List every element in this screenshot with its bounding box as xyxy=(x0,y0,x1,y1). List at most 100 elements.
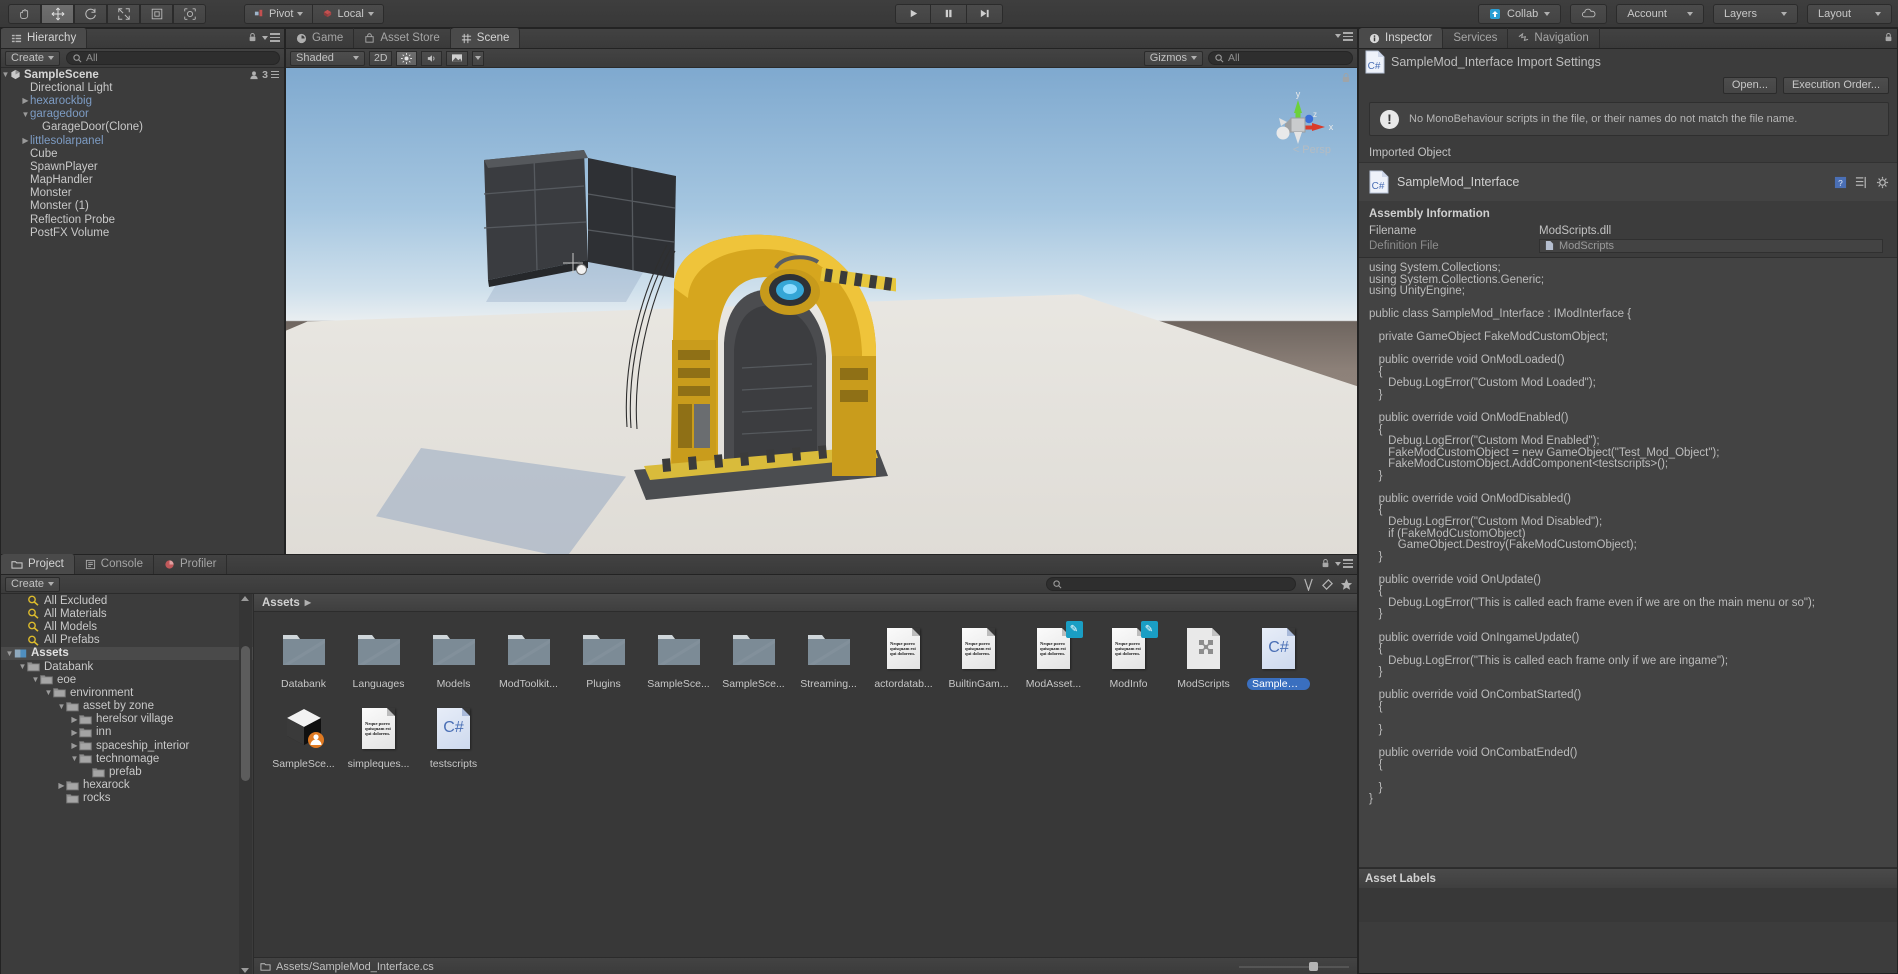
hierarchy-search-input[interactable]: All xyxy=(66,51,280,65)
hierarchy-item[interactable]: Cube xyxy=(1,147,284,160)
tab-services[interactable]: Services xyxy=(1443,28,1509,48)
project-create-button[interactable]: Create xyxy=(5,576,61,592)
asset-item[interactable]: C# testscripts xyxy=(422,704,485,770)
project-tree-item[interactable]: ▼ Assets xyxy=(1,646,253,660)
hierarchy-item[interactable]: Monster (1) xyxy=(1,200,284,213)
asset-item[interactable]: Neque porro quisquam est qui dolorem. sim… xyxy=(347,704,410,770)
asset-item[interactable]: Neque porro quisquam est qui dolorem. act… xyxy=(872,624,935,690)
hierarchy-item[interactable]: SpawnPlayer xyxy=(1,160,284,173)
scene-lock-icon[interactable] xyxy=(1341,72,1351,84)
pivot-toggle-button[interactable]: Pivot xyxy=(244,3,314,24)
scene-menu-icon[interactable] xyxy=(1335,32,1353,41)
filter-type-icon[interactable] xyxy=(1302,578,1315,591)
transform-tool-button[interactable] xyxy=(173,3,206,24)
hierarchy-item[interactable]: Directional Light xyxy=(1,81,284,94)
filter-label-icon[interactable] xyxy=(1321,578,1334,591)
project-tree-item[interactable]: ▼ Databank xyxy=(1,660,253,673)
hierarchy-item[interactable]: ▼ garagedoor xyxy=(1,108,284,121)
project-tree-item[interactable]: All Models xyxy=(1,620,253,633)
lock-icon[interactable] xyxy=(248,32,257,43)
tab-asset-store[interactable]: Asset Store xyxy=(354,28,451,48)
expand-arrow-icon[interactable]: ▼ xyxy=(70,754,79,763)
project-tree-item[interactable]: All Excluded xyxy=(1,594,253,607)
project-tree-item[interactable]: prefab xyxy=(1,765,253,778)
hierarchy-item[interactable]: Reflection Probe xyxy=(1,213,284,226)
asset-item[interactable]: Models xyxy=(422,624,485,690)
toggle-audio-button[interactable] xyxy=(421,50,443,66)
asset-item[interactable]: C# SampleMod... xyxy=(1247,624,1310,690)
preset-icon[interactable] xyxy=(1855,176,1868,189)
hierarchy-item[interactable]: GarageDoor(Clone) xyxy=(1,121,284,134)
scale-tool-button[interactable] xyxy=(107,3,140,24)
play-button[interactable] xyxy=(895,3,931,24)
imported-object-row[interactable]: C# SampleMod_Interface ? xyxy=(1359,163,1897,201)
hierarchy-tree[interactable]: ▼ SampleScene 3 Directional Light ▶ hexarockb… xyxy=(1,68,284,592)
asset-item[interactable]: SampleSce... xyxy=(722,624,785,690)
project-tree-item[interactable]: All Prefabs xyxy=(1,634,253,647)
tab-profiler[interactable]: Profiler xyxy=(154,554,228,574)
tab-navigation[interactable]: Navigation xyxy=(1508,28,1600,48)
help-icon[interactable]: ? xyxy=(1834,176,1847,189)
asset-item[interactable]: Languages xyxy=(347,624,410,690)
project-tree-item[interactable]: ▶ inn xyxy=(1,726,253,739)
expand-arrow-icon[interactable]: ▶ xyxy=(21,96,30,105)
tab-console[interactable]: Console xyxy=(75,554,154,574)
step-button[interactable] xyxy=(967,3,1003,24)
project-tree-scrollbar[interactable] xyxy=(239,594,252,974)
shading-mode-dropdown[interactable]: Shaded xyxy=(290,50,365,66)
asset-item[interactable]: Neque porro quisquam est qui dolorem. ✎ Mo… xyxy=(1022,621,1085,690)
expand-arrow-icon[interactable]: ▶ xyxy=(21,136,30,145)
asset-item[interactable]: Neque porro quisquam est qui dolorem. ✎ Mo… xyxy=(1097,621,1160,690)
asset-item[interactable]: Plugins xyxy=(572,624,635,690)
toggle-2d-button[interactable]: 2D xyxy=(369,50,393,66)
tab-game[interactable]: Game xyxy=(286,28,355,48)
gizmos-dropdown[interactable]: Gizmos xyxy=(1143,50,1203,66)
hierarchy-item[interactable]: ▶ hexarockbig xyxy=(1,94,284,107)
collab-button[interactable]: Collab xyxy=(1478,3,1562,24)
scene-viewport[interactable]: y x z < Persp xyxy=(286,68,1357,573)
expand-arrow-icon[interactable]: ▼ xyxy=(44,688,53,697)
expand-arrow-icon[interactable]: ▼ xyxy=(1,70,10,79)
rotate-tool-button[interactable] xyxy=(74,3,107,24)
project-tree-item[interactable]: ▼ environment xyxy=(1,686,253,699)
definition-file-field[interactable]: ModScripts xyxy=(1539,238,1883,253)
project-tree-item[interactable]: All Materials xyxy=(1,607,253,620)
layout-button[interactable]: Layout xyxy=(1806,3,1892,24)
project-folder-tree[interactable]: All Excluded All Materials All Models All P… xyxy=(1,594,254,974)
local-toggle-button[interactable]: Local xyxy=(313,3,384,24)
execution-order-button[interactable]: Execution Order... xyxy=(1782,76,1889,94)
tab-project[interactable]: Project xyxy=(1,554,75,574)
project-tree-item[interactable]: rocks xyxy=(1,792,253,805)
gear-icon[interactable] xyxy=(1876,176,1889,189)
pause-button[interactable] xyxy=(931,3,967,24)
icon-size-slider[interactable] xyxy=(1239,961,1349,972)
hierarchy-item[interactable]: Monster xyxy=(1,187,284,200)
hierarchy-create-button[interactable]: Create xyxy=(5,50,61,66)
cloud-button[interactable] xyxy=(1570,3,1608,24)
toggle-lighting-button[interactable] xyxy=(396,50,418,66)
expand-arrow-icon[interactable]: ▼ xyxy=(31,675,40,684)
asset-item[interactable]: Streaming... xyxy=(797,624,860,690)
lock-icon[interactable] xyxy=(1321,558,1330,569)
hierarchy-item[interactable]: PostFX Volume xyxy=(1,226,284,239)
tab-hierarchy[interactable]: Hierarchy xyxy=(1,28,88,48)
expand-arrow-icon[interactable]: ▼ xyxy=(21,110,30,119)
expand-arrow-icon[interactable]: ▶ xyxy=(70,728,79,737)
tab-scene[interactable]: Scene xyxy=(450,28,521,48)
expand-arrow-icon[interactable]: ▼ xyxy=(18,662,27,671)
project-tree-item[interactable]: ▶ herelsor village xyxy=(1,713,253,726)
open-button[interactable]: Open... xyxy=(1722,76,1777,94)
expand-arrow-icon[interactable]: ▼ xyxy=(5,649,14,658)
asset-item[interactable]: ModToolkit... xyxy=(497,624,560,690)
project-tree-item[interactable]: ▶ hexarock xyxy=(1,779,253,792)
toggle-fx-button[interactable] xyxy=(446,50,469,66)
project-tree-item[interactable]: ▼ eoe xyxy=(1,673,253,686)
tab-inspector[interactable]: Inspector xyxy=(1359,28,1444,48)
asset-labels-body[interactable] xyxy=(1359,888,1897,922)
hierarchy-item[interactable]: ▶ littlesolarpanel xyxy=(1,134,284,147)
rect-tool-button[interactable] xyxy=(140,3,173,24)
favorites-star-icon[interactable] xyxy=(1340,578,1353,591)
project-tree-item[interactable]: ▼ technomage xyxy=(1,752,253,765)
expand-arrow-icon[interactable]: ▼ xyxy=(57,702,66,711)
expand-arrow-icon[interactable]: ▶ xyxy=(70,741,79,750)
